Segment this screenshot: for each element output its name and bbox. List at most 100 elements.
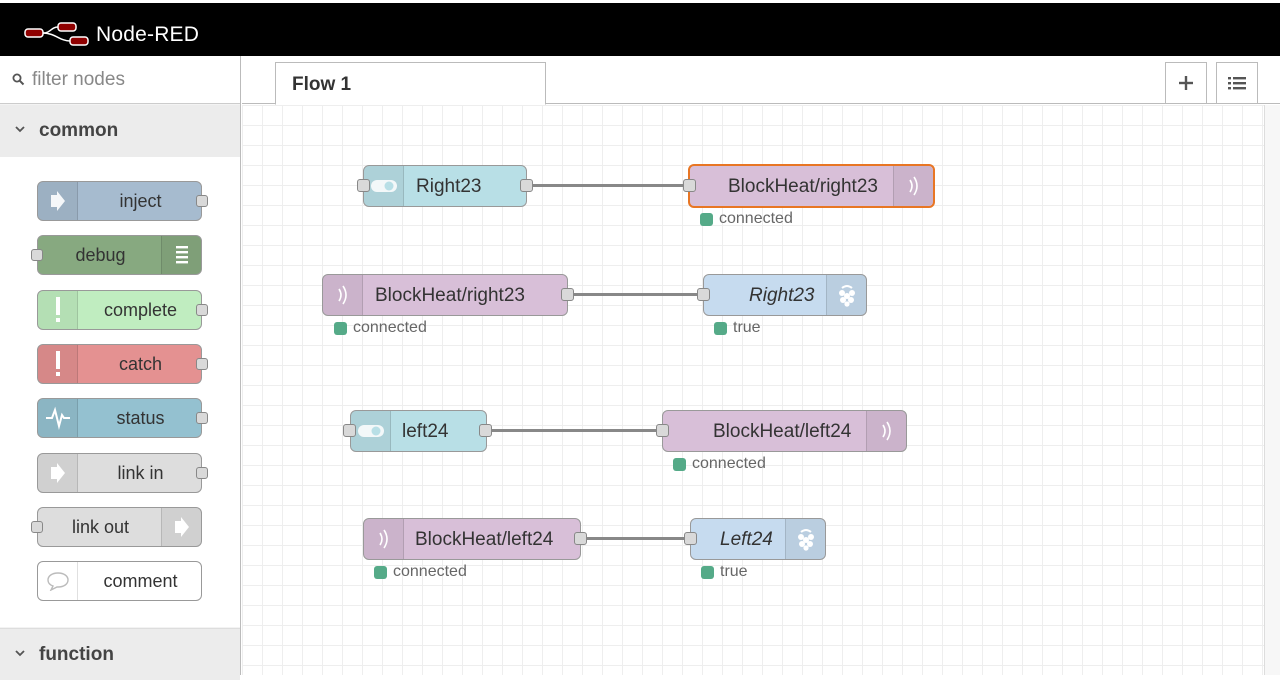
output-port[interactable] [196,304,208,316]
palette-node-label: catch [118,354,163,374]
palette-node-label: comment [103,571,178,591]
list-icon [1228,77,1246,90]
input-port[interactable] [357,179,370,192]
status-text: connected [692,455,766,472]
output-port[interactable] [196,195,208,207]
palette-node-label: status [116,408,165,428]
input-port[interactable] [697,288,710,301]
input-port[interactable] [684,532,697,545]
palette-node-complete[interactable]: complete [37,290,208,330]
tab-flow-1[interactable]: Flow 1 [275,62,546,105]
toggle-icon [364,166,404,206]
flow-node-mqtt-out-left24[interactable]: BlockHeat/left24 [662,410,907,452]
wire[interactable] [533,184,689,187]
input-port[interactable] [343,424,356,437]
status-dot [673,457,686,471]
workspace: Flow 1 Right23 BlockHeat/right23 connect… [242,56,1280,675]
output-port[interactable] [574,532,587,545]
exclamation-icon [38,345,78,383]
category-function[interactable]: function [0,628,240,680]
plus-icon [1179,76,1193,90]
node-label: Left24 [720,529,773,550]
tab-label: Flow 1 [292,74,352,95]
status-dot [701,565,714,579]
comment-bubble-icon [38,562,78,600]
palette-node-label: link out [71,517,130,537]
link-out-icon [161,508,201,546]
output-port[interactable] [561,288,574,301]
exclamation-icon [38,291,78,329]
node-label: BlockHeat/left24 [713,421,852,442]
palette-node-label: debug [75,245,126,265]
node-palette: common inject debug c [0,56,241,680]
wire[interactable] [574,293,704,296]
input-port[interactable] [656,424,669,437]
node-label: left24 [402,421,449,442]
list-flows-button[interactable] [1216,62,1258,104]
filter-bar [0,56,240,104]
node-label: BlockHeat/right23 [728,176,878,197]
output-port[interactable] [196,358,208,370]
palette-node-label: complete [103,300,178,320]
mqtt-wave-icon [893,166,933,206]
palette-node-list: inject debug complete catch status link … [0,157,240,627]
raspberry-pi-icon [785,519,825,559]
palette-node-label: link in [117,463,164,483]
vertical-scrollbar[interactable] [1264,105,1280,675]
toggle-icon [351,411,391,451]
inject-arrow-icon [38,182,78,220]
node-status: connected [700,210,793,228]
node-status: connected [673,455,766,473]
status-dot [700,212,713,226]
status-text: connected [393,563,467,580]
flow-canvas[interactable]: Right23 BlockHeat/right23 connected Bloc… [242,105,1264,675]
flow-node-switch-right23[interactable]: Right23 [363,165,527,207]
node-status: connected [374,563,467,581]
flow-node-mqtt-out-right23[interactable]: BlockHeat/right23 [688,164,935,208]
wire[interactable] [587,537,691,540]
status-text: true [720,563,748,580]
palette-node-inject[interactable]: inject [37,181,208,221]
node-label: BlockHeat/left24 [415,529,554,550]
category-common[interactable]: common [0,105,240,157]
palette-node-comment[interactable]: comment [37,561,202,601]
output-port[interactable] [520,179,533,192]
link-in-icon [38,454,78,492]
search-icon [12,73,25,86]
output-port[interactable] [196,467,208,479]
palette-node-status[interactable]: status [37,398,208,438]
wire[interactable] [492,429,664,432]
status-text: connected [353,319,427,336]
palette-node-link-out[interactable]: link out [31,507,202,547]
palette-node-catch[interactable]: catch [37,344,208,384]
status-dot [334,321,347,335]
palette-node-debug[interactable]: debug [31,235,202,275]
flow-node-rpi-gpio-right23[interactable]: Right23 [703,274,867,316]
flow-node-mqtt-in-left24[interactable]: BlockHeat/left24 [363,518,581,560]
node-label: Right23 [749,285,815,306]
header-bar: Node-RED [0,0,1280,56]
add-flow-button[interactable] [1165,62,1207,104]
tab-bar: Flow 1 [242,56,1280,105]
output-port[interactable] [196,412,208,424]
mqtt-wave-icon [364,519,404,559]
output-port[interactable] [479,424,492,437]
node-status: true [714,319,761,337]
node-status: true [701,563,748,581]
debug-list-icon [161,236,201,274]
app-title: Node-RED [96,23,200,46]
palette-node-label: inject [119,191,162,211]
status-dot [374,565,387,579]
category-label: common [39,120,119,141]
node-label: BlockHeat/right23 [375,285,525,306]
filter-nodes-input[interactable] [32,67,232,93]
flow-node-rpi-gpio-left24[interactable]: Left24 [690,518,826,560]
palette-node-link-in[interactable]: link in [37,453,208,493]
input-port[interactable] [683,179,696,192]
flow-node-mqtt-in-right23[interactable]: BlockHeat/right23 [322,274,568,316]
flow-node-switch-left24[interactable]: left24 [350,410,487,452]
node-status: connected [334,319,427,337]
chevron-down-icon [15,126,25,133]
mqtt-wave-icon [866,411,906,451]
node-red-logo-icon [24,22,89,46]
